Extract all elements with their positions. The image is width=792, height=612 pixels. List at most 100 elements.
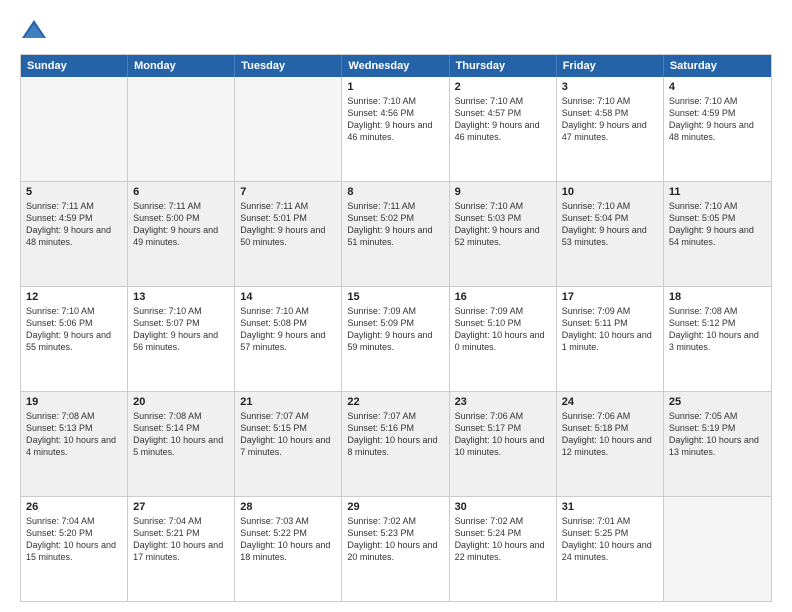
cal-header-day: Thursday [450, 55, 557, 77]
calendar-cell: 22Sunrise: 7:07 AM Sunset: 5:16 PM Dayli… [342, 392, 449, 496]
day-number: 29 [347, 501, 443, 513]
day-number: 12 [26, 291, 122, 303]
calendar-cell: 16 Sunrise: 7:09 AM Sunset: 5:10 PM Dayli… [450, 287, 557, 391]
calendar-cell [235, 77, 342, 181]
day-number: 26 [26, 501, 122, 513]
calendar-cell: 14 Sunrise: 7:10 AM Sunset: 5:08 PM Dayli… [235, 287, 342, 391]
calendar-cell: 26 Sunrise: 7:04 AM Sunset: 5:20 PM Dayli… [21, 497, 128, 601]
cal-header-day: Tuesday [235, 55, 342, 77]
calendar-row: 19 Sunrise: 7:08 AM Sunset: 5:13 PM Dayli… [21, 391, 771, 496]
calendar-cell: 30 Sunrise: 7:02 AM Sunset: 5:24 PM Dayli… [450, 497, 557, 601]
day-number: 2 [455, 81, 551, 93]
day-info: Sunrise: 7:09 AM Sunset: 5:10 PM Dayligh… [455, 305, 551, 354]
day-info: Sunrise: 7:09 AM Sunset: 5:09 PM Dayligh… [347, 305, 443, 354]
day-number: 31 [562, 501, 658, 513]
day-number: 13 [133, 291, 229, 303]
calendar-cell: 2 Sunrise: 7:10 AM Sunset: 4:57 PM Daylig… [450, 77, 557, 181]
day-info: Sunrise: 7:06 AM Sunset: 5:17 PM Dayligh… [455, 410, 551, 459]
day-info: Sunrise: 7:03 AM Sunset: 5:22 PM Dayligh… [240, 515, 336, 564]
day-info: Sunrise: 7:08 AM Sunset: 5:12 PM Dayligh… [669, 305, 766, 354]
calendar-cell: 31 Sunrise: 7:01 AM Sunset: 5:25 PM Dayli… [557, 497, 664, 601]
day-info: Sunrise: 7:11 AM Sunset: 4:59 PM Dayligh… [26, 200, 122, 249]
day-info: Sunrise: 7:10 AM Sunset: 4:58 PM Dayligh… [562, 95, 658, 144]
logo [20, 16, 52, 44]
calendar-body: 1 Sunrise: 7:10 AM Sunset: 4:56 PM Daylig… [21, 77, 771, 601]
day-number: 4 [669, 81, 766, 93]
calendar-header: SundayMondayTuesdayWednesdayThursdayFrid… [21, 55, 771, 77]
day-info: Sunrise: 7:04 AM Sunset: 5:21 PM Dayligh… [133, 515, 229, 564]
calendar-cell [128, 77, 235, 181]
day-info: Sunrise: 7:11 AM Sunset: 5:02 PM Dayligh… [347, 200, 443, 249]
day-info: Sunrise: 7:02 AM Sunset: 5:23 PM Dayligh… [347, 515, 443, 564]
day-info: Sunrise: 7:11 AM Sunset: 5:00 PM Dayligh… [133, 200, 229, 249]
day-info: Sunrise: 7:05 AM Sunset: 5:19 PM Dayligh… [669, 410, 766, 459]
calendar-cell: 20Sunrise: 7:08 AM Sunset: 5:14 PM Dayli… [128, 392, 235, 496]
day-number: 25 [669, 396, 766, 408]
day-info: Sunrise: 7:08 AM Sunset: 5:14 PM Dayligh… [133, 410, 229, 459]
day-number: 3 [562, 81, 658, 93]
day-number: 21 [240, 396, 336, 408]
day-info: Sunrise: 7:02 AM Sunset: 5:24 PM Dayligh… [455, 515, 551, 564]
calendar-cell: 28 Sunrise: 7:03 AM Sunset: 5:22 PM Dayli… [235, 497, 342, 601]
day-info: Sunrise: 7:10 AM Sunset: 4:57 PM Dayligh… [455, 95, 551, 144]
day-info: Sunrise: 7:06 AM Sunset: 5:18 PM Dayligh… [562, 410, 658, 459]
calendar-cell: 7 Sunrise: 7:11 AM Sunset: 5:01 PM Daylig… [235, 182, 342, 286]
day-info: Sunrise: 7:10 AM Sunset: 5:06 PM Dayligh… [26, 305, 122, 354]
cal-header-day: Wednesday [342, 55, 449, 77]
day-number: 10 [562, 186, 658, 198]
calendar-cell: 8 Sunrise: 7:11 AM Sunset: 5:02 PM Daylig… [342, 182, 449, 286]
calendar-cell: 4 Sunrise: 7:10 AM Sunset: 4:59 PM Daylig… [664, 77, 771, 181]
calendar-cell: 13 Sunrise: 7:10 AM Sunset: 5:07 PM Dayli… [128, 287, 235, 391]
calendar-cell: 12 Sunrise: 7:10 AM Sunset: 5:06 PM Dayli… [21, 287, 128, 391]
cal-header-day: Monday [128, 55, 235, 77]
day-info: Sunrise: 7:09 AM Sunset: 5:11 PM Dayligh… [562, 305, 658, 354]
day-info: Sunrise: 7:04 AM Sunset: 5:20 PM Dayligh… [26, 515, 122, 564]
day-info: Sunrise: 7:01 AM Sunset: 5:25 PM Dayligh… [562, 515, 658, 564]
calendar-cell: 9Sunrise: 7:10 AM Sunset: 5:03 PM Daylig… [450, 182, 557, 286]
calendar-cell: 1 Sunrise: 7:10 AM Sunset: 4:56 PM Daylig… [342, 77, 449, 181]
calendar-cell: 5 Sunrise: 7:11 AM Sunset: 4:59 PM Daylig… [21, 182, 128, 286]
day-number: 15 [347, 291, 443, 303]
day-number: 19 [26, 396, 122, 408]
cal-header-day: Sunday [21, 55, 128, 77]
calendar-row: 12 Sunrise: 7:10 AM Sunset: 5:06 PM Dayli… [21, 286, 771, 391]
day-number: 5 [26, 186, 122, 198]
day-info: Sunrise: 7:10 AM Sunset: 4:56 PM Dayligh… [347, 95, 443, 144]
day-number: 27 [133, 501, 229, 513]
day-info: Sunrise: 7:11 AM Sunset: 5:01 PM Dayligh… [240, 200, 336, 249]
calendar-cell: 29 Sunrise: 7:02 AM Sunset: 5:23 PM Dayli… [342, 497, 449, 601]
day-number: 14 [240, 291, 336, 303]
day-info: Sunrise: 7:07 AM Sunset: 5:15 PM Dayligh… [240, 410, 336, 459]
day-number: 7 [240, 186, 336, 198]
day-number: 1 [347, 81, 443, 93]
day-number: 22 [347, 396, 443, 408]
calendar-cell: 21 Sunrise: 7:07 AM Sunset: 5:15 PM Dayli… [235, 392, 342, 496]
day-info: Sunrise: 7:10 AM Sunset: 5:08 PM Dayligh… [240, 305, 336, 354]
cal-header-day: Friday [557, 55, 664, 77]
calendar-cell: 19 Sunrise: 7:08 AM Sunset: 5:13 PM Dayli… [21, 392, 128, 496]
day-number: 8 [347, 186, 443, 198]
day-number: 16 [455, 291, 551, 303]
day-info: Sunrise: 7:10 AM Sunset: 5:04 PM Dayligh… [562, 200, 658, 249]
cal-header-day: Saturday [664, 55, 771, 77]
calendar: SundayMondayTuesdayWednesdayThursdayFrid… [20, 54, 772, 602]
logo-icon [20, 16, 48, 44]
day-info: Sunrise: 7:10 AM Sunset: 4:59 PM Dayligh… [669, 95, 766, 144]
calendar-cell: 25 Sunrise: 7:05 AM Sunset: 5:19 PM Dayli… [664, 392, 771, 496]
calendar-cell [664, 497, 771, 601]
day-number: 24 [562, 396, 658, 408]
day-info: Sunrise: 7:10 AM Sunset: 5:07 PM Dayligh… [133, 305, 229, 354]
day-number: 23 [455, 396, 551, 408]
day-info: Sunrise: 7:08 AM Sunset: 5:13 PM Dayligh… [26, 410, 122, 459]
day-number: 30 [455, 501, 551, 513]
calendar-cell: 27 Sunrise: 7:04 AM Sunset: 5:21 PM Dayli… [128, 497, 235, 601]
day-number: 18 [669, 291, 766, 303]
header [20, 16, 772, 44]
calendar-row: 26 Sunrise: 7:04 AM Sunset: 5:20 PM Dayli… [21, 496, 771, 601]
day-number: 28 [240, 501, 336, 513]
day-number: 17 [562, 291, 658, 303]
calendar-cell: 10 Sunrise: 7:10 AM Sunset: 5:04 PM Dayli… [557, 182, 664, 286]
day-number: 11 [669, 186, 766, 198]
calendar-row: 1 Sunrise: 7:10 AM Sunset: 4:56 PM Daylig… [21, 77, 771, 181]
day-info: Sunrise: 7:10 AM Sunset: 5:03 PM Dayligh… [455, 200, 551, 249]
